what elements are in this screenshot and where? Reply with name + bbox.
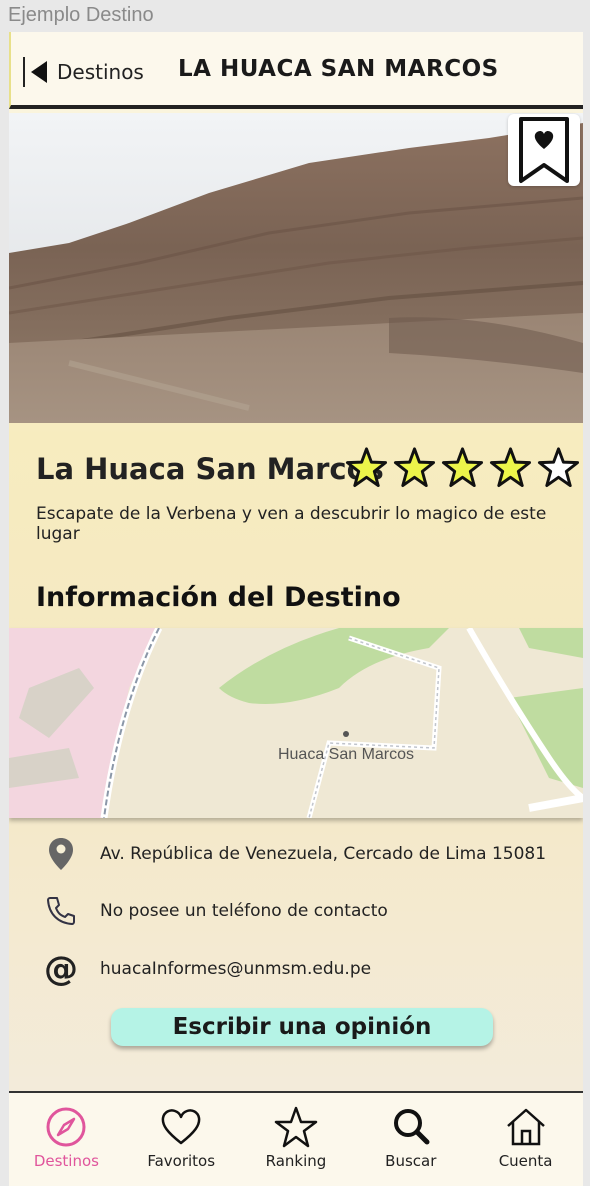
at-sign-icon: @: [44, 949, 78, 989]
back-arrow-icon: [31, 61, 47, 83]
write-review-button[interactable]: Escribir una opinión: [111, 1008, 493, 1046]
star-filled-icon[interactable]: [441, 446, 484, 489]
tab-favoritos[interactable]: Favoritos: [124, 1093, 239, 1186]
place-description: Escapate de la Verbena y ven a descubrir…: [36, 504, 547, 544]
section-title: Información del Destino: [36, 582, 401, 613]
map-place-label: Huaca San Marcos: [278, 746, 414, 763]
tab-label: Destinos: [33, 1152, 99, 1170]
tab-label: Ranking: [265, 1152, 327, 1170]
tab-destinos[interactable]: Destinos: [9, 1093, 124, 1186]
star-filled-icon[interactable]: [393, 446, 436, 489]
tab-buscar[interactable]: Buscar: [353, 1093, 468, 1186]
top-bar: Destinos LA HUACA SAN MARCOS: [9, 32, 583, 109]
tab-cuenta[interactable]: Cuenta: [468, 1093, 583, 1186]
phone-screen: Destinos LA HUACA SAN MARCOS La Huaca Sa…: [9, 32, 583, 1186]
location-pin-icon: [43, 834, 79, 874]
place-title: La Huaca San Marcos: [36, 452, 384, 486]
address-text: Av. República de Venezuela, Cercado de L…: [100, 844, 547, 864]
bookmark-button[interactable]: [508, 114, 580, 186]
phone-text: No posee un teléfono de contacto: [100, 901, 388, 921]
page-title: LA HUACA SAN MARCOS: [178, 56, 499, 82]
tab-label: Buscar: [385, 1152, 437, 1170]
location-map[interactable]: Huaca San Marcos: [9, 628, 583, 818]
tab-ranking[interactable]: Ranking: [239, 1093, 354, 1186]
bookmark-heart-icon: [519, 117, 569, 183]
star-icon: [274, 1106, 318, 1148]
address-row: Av. República de Venezuela, Cercado de L…: [9, 834, 583, 874]
bottom-tab-bar: Destinos Favoritos Ranking Buscar Cuenta: [9, 1091, 583, 1186]
email-row: @ huacaInformes@unmsm.edu.pe: [9, 949, 583, 989]
tab-label: Favoritos: [147, 1152, 216, 1170]
star-filled-icon[interactable]: [345, 446, 388, 489]
star-empty-icon[interactable]: [537, 446, 580, 489]
compass-icon: [46, 1107, 86, 1147]
heart-icon: [161, 1109, 201, 1145]
search-icon: [393, 1109, 430, 1145]
back-button[interactable]: Destinos: [23, 56, 144, 88]
frame-label: Ejemplo Destino: [8, 4, 154, 26]
phone-icon: [43, 891, 79, 931]
tab-label: Cuenta: [498, 1152, 553, 1170]
back-bar: [23, 57, 25, 87]
star-rating[interactable]: [345, 446, 580, 489]
hero-image: [9, 113, 583, 423]
back-label: Destinos: [57, 60, 144, 84]
home-icon: [506, 1108, 545, 1146]
star-filled-icon[interactable]: [489, 446, 532, 489]
email-text: huacaInformes@unmsm.edu.pe: [100, 959, 372, 979]
phone-row: No posee un teléfono de contacto: [9, 891, 583, 931]
